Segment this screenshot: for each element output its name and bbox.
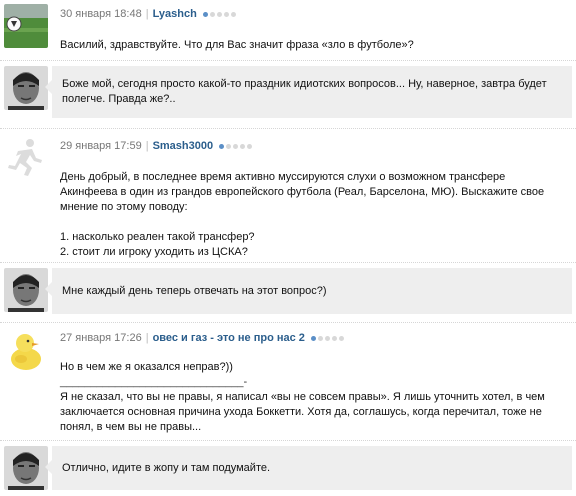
question-avatar-oves-i-gaz[interactable] [4, 328, 48, 372]
question-text-line: понял, в чем вы не правы... [60, 421, 202, 433]
question-text: Но в чем же я оказался неправ?)) _______… [60, 360, 562, 435]
question-text-line: мнение по этому поводу: [60, 201, 188, 213]
answer-box: Отлично, идите в жопу и там подумайте. [45, 446, 572, 490]
question-header: 29 января 17:59 | Smash3000 [60, 138, 254, 154]
answer-avatar[interactable] [4, 268, 48, 312]
question-username[interactable]: овес и газ - это не про нас 2 [153, 332, 305, 344]
header-separator: | [145, 8, 149, 20]
question-header: 30 января 18:48 | Lyashch [60, 6, 238, 22]
question-text-line: Я не сказал, что вы не правы, я написал … [60, 391, 545, 403]
question-date: 29 января 17:59 [60, 140, 142, 152]
user-rating-dots [310, 330, 346, 346]
question-text-line [60, 215, 562, 230]
header-separator: | [145, 140, 149, 152]
answer-text-line: Мне каждый день теперь отвечать на этот … [62, 285, 327, 297]
yellow-duckling-icon [4, 328, 48, 372]
question-username[interactable]: Smash3000 [153, 140, 214, 152]
question-text-line: Но в чем же я оказался неправ?)) [60, 361, 233, 373]
question-text-line: заключается основная причина ухода Бокке… [60, 406, 542, 418]
divider [0, 262, 576, 263]
question-avatar-smash3000[interactable] [4, 134, 48, 178]
divider [0, 322, 576, 323]
answer-box: Мне каждый день теперь отвечать на этот … [45, 268, 572, 314]
divider [0, 440, 576, 441]
answer-avatar[interactable] [4, 446, 48, 490]
answer-text-line: Отлично, идите в жопу и там подумайте. [62, 462, 271, 474]
runner-silhouette-icon [4, 134, 48, 178]
question-text-line: 1. насколько реален такой трансфер? [60, 231, 255, 243]
answer-avatar[interactable] [4, 66, 48, 110]
divider [0, 60, 576, 61]
football-field-icon [4, 4, 48, 48]
answer-box: Боже мой, сегодня просто какой-то праздн… [45, 66, 572, 118]
answerer-portrait-icon [4, 446, 48, 490]
question-text: День добрый, в последнее время активно м… [60, 170, 562, 260]
answerer-portrait-icon [4, 268, 48, 312]
header-separator: | [145, 332, 149, 344]
question-date: 30 января 18:48 [60, 8, 142, 20]
answer-text-line: полегче. Правда же?.. [62, 93, 176, 105]
user-rating-dots [202, 6, 238, 22]
question-text: Василий, здравствуйте. Что для Вас значи… [60, 39, 414, 51]
user-rating-dots [219, 138, 254, 154]
question-text-line: ______________________________- [60, 376, 248, 388]
divider [0, 128, 576, 129]
question-username[interactable]: Lyashch [153, 8, 197, 20]
answerer-portrait-icon [4, 66, 48, 110]
question-text-line: 2. стоит ли игроку уходить из ЦСКА? [60, 246, 248, 258]
question-text-line: Акинфеева в один из грандов европейского… [60, 186, 545, 198]
question-header: 27 января 17:26 | овес и газ - это не про … [60, 330, 346, 346]
answer-text-line: Боже мой, сегодня просто какой-то праздн… [62, 78, 547, 90]
question-date: 27 января 17:26 [60, 332, 142, 344]
question-avatar-lyashch[interactable] [4, 4, 48, 48]
question-text-line: День добрый, в последнее время активно м… [60, 171, 506, 183]
